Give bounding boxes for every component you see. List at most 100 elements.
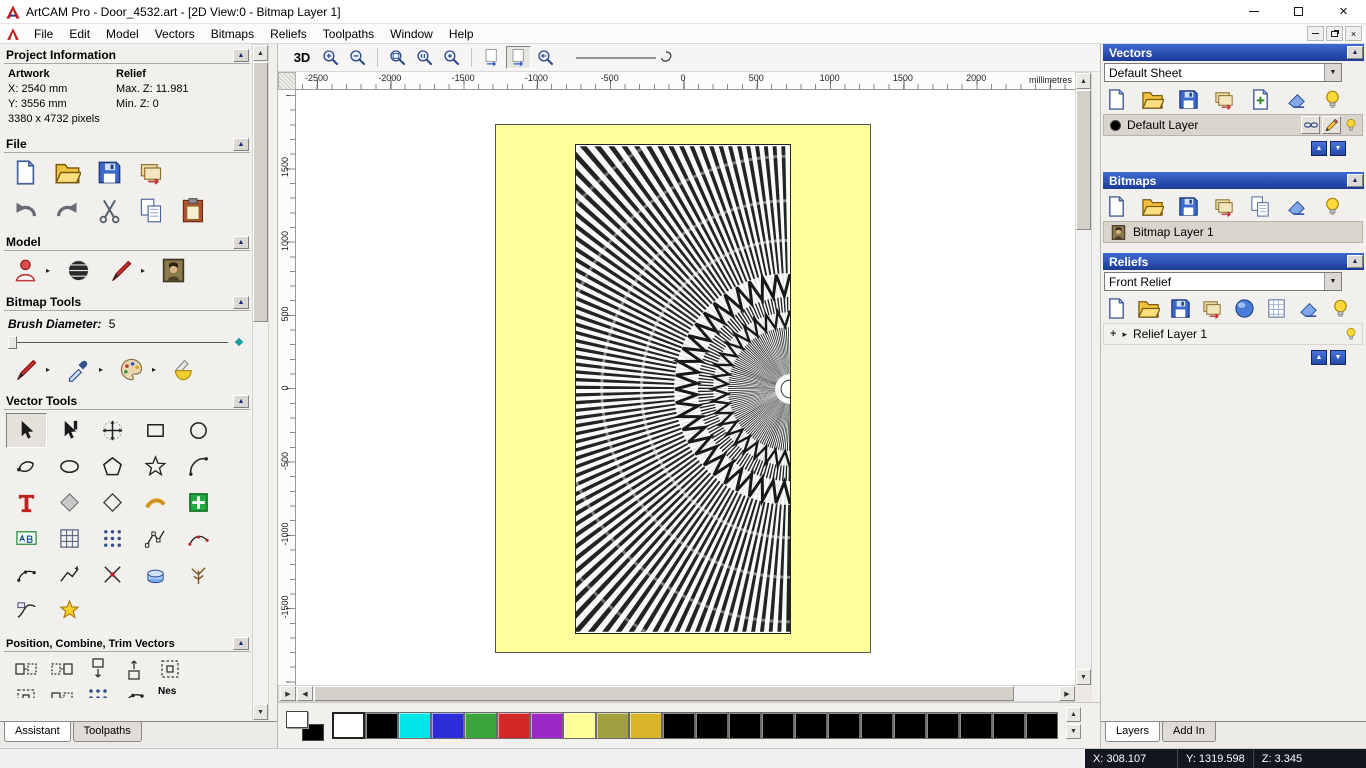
pane-split-button[interactable]: ▶ <box>280 686 296 701</box>
nesting-button[interactable]: Nes <box>158 686 176 697</box>
menu-item-edit[interactable]: Edit <box>61 25 98 43</box>
next-bitmap-view-button[interactable] <box>506 46 531 69</box>
zoom-to-fit-button[interactable] <box>412 46 437 69</box>
layer-visibility-toggle[interactable] <box>1343 117 1359 133</box>
minimize-button[interactable] <box>1231 0 1276 24</box>
collapse-button[interactable]: ▲ <box>1347 46 1363 59</box>
scroll-up-button[interactable]: ▲ <box>1066 707 1081 722</box>
palette-swatch-3[interactable] <box>431 712 464 739</box>
expand-plus-icon[interactable]: + <box>1110 328 1116 340</box>
maximize-button[interactable] <box>1276 0 1321 24</box>
primary-secondary-colour-swatch[interactable] <box>286 711 324 741</box>
weld-vectors-button[interactable] <box>14 686 38 698</box>
trim-vectors-tool[interactable] <box>92 557 133 592</box>
center-in-page-button[interactable] <box>158 657 182 681</box>
menu-item-vectors[interactable]: Vectors <box>147 25 203 43</box>
link-bitmap-button[interactable] <box>1285 195 1308 218</box>
zoom-box-button[interactable] <box>385 46 410 69</box>
menu-item-window[interactable]: Window <box>382 25 441 43</box>
scroll-down-button[interactable]: ▼ <box>1076 669 1091 685</box>
new-relief-layer-button[interactable] <box>1105 297 1128 320</box>
select-vectors-tool[interactable] <box>6 413 47 448</box>
palette-swatch-13[interactable] <box>761 712 794 739</box>
save-relief-layer-button[interactable] <box>1169 297 1192 320</box>
delete-layer-button[interactable] <box>1285 88 1308 111</box>
create-arc-tool[interactable] <box>178 449 219 484</box>
collapse-button[interactable]: ▲ <box>233 48 249 62</box>
save-vector-layer-button[interactable] <box>1177 88 1200 111</box>
scroll-up-button[interactable]: ▲ <box>1076 73 1091 89</box>
open-bitmap-layer-button[interactable] <box>1141 195 1164 218</box>
create-ellipse-tool[interactable] <box>49 449 90 484</box>
close-button[interactable]: × <box>1321 0 1366 24</box>
palette-swatch-21[interactable] <box>1025 712 1058 739</box>
scrollbar-thumb[interactable] <box>1076 90 1091 230</box>
zoom-to-objects-button[interactable] <box>439 46 464 69</box>
previous-bitmap-view-button[interactable] <box>479 46 504 69</box>
drawing-canvas[interactable] <box>296 90 1075 685</box>
scroll-up-button[interactable]: ▲ <box>253 45 268 61</box>
new-bitmap-layer-button[interactable] <box>1105 195 1128 218</box>
relief-selector[interactable]: Front Relief ▼ <box>1104 272 1342 291</box>
fit-text-to-grid-tool[interactable] <box>49 521 90 556</box>
scroll-right-button[interactable]: ▶ <box>1059 686 1075 701</box>
collapse-button[interactable]: ▲ <box>1347 174 1363 187</box>
slice-vectors-button[interactable] <box>86 686 110 698</box>
node-editing-tool[interactable] <box>49 413 90 448</box>
offset-vectors-tool[interactable] <box>92 485 133 520</box>
slider-handle[interactable] <box>8 336 17 349</box>
mdi-restore-button[interactable] <box>1326 26 1343 41</box>
freehand-draw-tool[interactable] <box>6 449 47 484</box>
move-layer-up-button[interactable]: ▲ <box>1311 350 1327 365</box>
relief-grid-button[interactable] <box>1265 297 1288 320</box>
fit-arcs-tool[interactable] <box>178 521 219 556</box>
fillet-vectors-button[interactable] <box>122 686 146 698</box>
palette-swatch-10[interactable] <box>662 712 695 739</box>
chevron-down-icon[interactable]: ▼ <box>1324 64 1341 81</box>
tab-assistant[interactable]: Assistant <box>4 722 71 742</box>
import-relief-button[interactable] <box>1201 297 1224 320</box>
collapse-button[interactable]: ▲ <box>233 137 249 151</box>
redo-button[interactable] <box>54 197 81 224</box>
delete-relief-button[interactable] <box>1297 297 1320 320</box>
sheet-selector[interactable]: Default Sheet ▼ <box>1104 63 1342 82</box>
scroll-down-button[interactable]: ▼ <box>253 704 268 720</box>
layer-visibility-toggle[interactable] <box>1343 326 1359 342</box>
palette-swatch-17[interactable] <box>893 712 926 739</box>
adjust-model-button[interactable] <box>65 257 92 284</box>
measure-tool[interactable] <box>49 485 90 520</box>
arc-through-points-tool[interactable] <box>6 557 47 592</box>
collapse-button[interactable]: ▲ <box>1347 255 1363 268</box>
palette-swatch-2[interactable] <box>398 712 431 739</box>
palette-swatch-12[interactable] <box>728 712 761 739</box>
align-right-button[interactable] <box>50 657 74 681</box>
layer-row-bitmap-layer-1[interactable]: Bitmap Layer 1 <box>1103 221 1363 243</box>
menu-item-bitmaps[interactable]: Bitmaps <box>203 25 262 43</box>
align-top-button[interactable] <box>86 657 110 681</box>
palette-swatch-4[interactable] <box>464 712 497 739</box>
collapse-button[interactable]: ▲ <box>233 295 249 309</box>
toggle-all-visibility-button[interactable] <box>1321 88 1344 111</box>
export-model-button[interactable] <box>138 159 165 186</box>
open-relief-layer-button[interactable] <box>1137 297 1160 320</box>
wrap-text-tool[interactable] <box>135 485 176 520</box>
paint-brush-button[interactable] <box>12 356 39 383</box>
palette-swatch-20[interactable] <box>992 712 1025 739</box>
flood-fill-button[interactable] <box>171 356 198 383</box>
align-bottom-button[interactable] <box>122 657 146 681</box>
copy-bitmap-button[interactable] <box>1249 195 1272 218</box>
block-copy-tool[interactable] <box>92 521 133 556</box>
expander-icon[interactable]: ▸ <box>1122 329 1127 340</box>
menu-item-reliefs[interactable]: Reliefs <box>262 25 315 43</box>
save-bitmap-layer-button[interactable] <box>1177 195 1200 218</box>
new-sheet-button[interactable] <box>1249 88 1272 111</box>
edit-layer-button[interactable] <box>1322 116 1341 134</box>
palette-swatch-5[interactable] <box>497 712 530 739</box>
subtract-vectors-button[interactable] <box>50 686 74 698</box>
cut-button[interactable] <box>96 197 123 224</box>
colour-picker-button[interactable] <box>65 356 92 383</box>
tab-add-in[interactable]: Add In <box>1162 722 1216 742</box>
create-star-tool[interactable] <box>135 449 176 484</box>
fit-polyline-tool[interactable] <box>135 521 176 556</box>
scroll-left-button[interactable]: ◀ <box>297 686 313 701</box>
